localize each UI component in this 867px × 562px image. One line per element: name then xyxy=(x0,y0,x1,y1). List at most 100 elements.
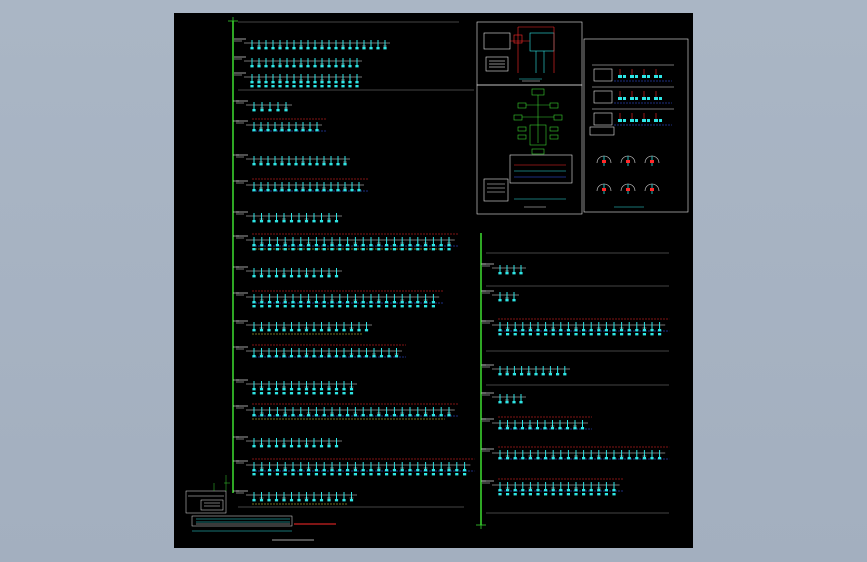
device-symbol xyxy=(327,388,331,391)
device-symbol xyxy=(306,81,310,84)
device-symbol xyxy=(260,473,264,476)
device-symbol xyxy=(424,414,428,417)
device-symbol xyxy=(287,163,291,166)
device-symbol xyxy=(292,65,296,68)
device-symbol xyxy=(635,333,639,336)
device-symbol xyxy=(343,189,347,192)
device-symbol xyxy=(275,301,279,304)
device-symbol xyxy=(658,333,662,336)
device-symbol xyxy=(563,373,567,376)
device-symbol xyxy=(455,469,459,472)
device-symbol xyxy=(597,333,601,336)
device-symbol xyxy=(268,469,272,472)
device-symbol xyxy=(424,301,428,304)
device-symbol xyxy=(267,499,271,502)
device-symbol xyxy=(327,47,331,50)
device-symbol xyxy=(513,329,517,332)
device-symbol xyxy=(257,47,261,50)
device-symbol xyxy=(291,305,295,308)
device-symbol xyxy=(319,499,324,502)
device-symbol xyxy=(267,392,271,395)
device-symbol xyxy=(280,163,284,166)
device-symbol xyxy=(353,244,357,247)
device-symbol xyxy=(268,414,272,417)
device-symbol xyxy=(278,81,282,84)
device-symbol xyxy=(357,189,361,192)
device-symbol xyxy=(355,65,359,68)
device-symbol xyxy=(252,499,256,502)
device-symbol xyxy=(267,388,271,391)
panel-top-b xyxy=(476,84,583,215)
device-symbol xyxy=(299,85,303,88)
branch-circuit xyxy=(236,344,406,358)
device-symbol xyxy=(283,473,287,476)
device-symbol xyxy=(260,248,264,251)
device-symbol xyxy=(283,469,287,472)
device-symbol xyxy=(334,329,339,332)
device-symbol xyxy=(289,220,294,223)
device-symbol xyxy=(289,445,294,448)
device-symbol xyxy=(534,373,538,376)
cad-viewport[interactable] xyxy=(0,0,867,562)
branch-circuit xyxy=(482,263,526,275)
device-symbol xyxy=(319,220,324,223)
device-symbol xyxy=(566,333,570,336)
device-symbol xyxy=(520,427,525,430)
device-symbol xyxy=(314,473,318,476)
left-separators xyxy=(238,89,464,508)
device-symbol xyxy=(334,499,339,502)
device-symbol xyxy=(304,445,309,448)
device-symbol xyxy=(541,373,545,376)
device-symbol xyxy=(635,75,638,78)
device-symbol xyxy=(346,305,350,308)
device-symbol xyxy=(548,373,552,376)
device-symbol xyxy=(297,392,301,395)
device-symbol xyxy=(291,244,295,247)
device-symbol xyxy=(330,414,334,417)
device-symbol xyxy=(369,244,373,247)
device-symbol xyxy=(556,373,560,376)
device-symbol xyxy=(654,97,658,100)
device-symbol xyxy=(346,301,350,304)
fixture-symbol xyxy=(650,160,654,163)
device-symbol xyxy=(385,301,389,304)
device-symbol xyxy=(334,81,338,84)
device-symbol xyxy=(322,189,326,192)
device-symbol xyxy=(307,305,311,308)
device-symbol xyxy=(355,47,359,50)
device-symbol xyxy=(400,248,404,251)
device-symbol xyxy=(589,493,593,496)
right-separators xyxy=(486,252,669,514)
branch-circuit xyxy=(236,233,459,251)
device-symbol xyxy=(582,329,586,332)
device-symbol xyxy=(355,85,359,88)
device-symbol xyxy=(304,329,309,332)
device-symbol xyxy=(278,85,282,88)
device-symbol xyxy=(314,469,318,472)
device-symbol xyxy=(285,65,289,68)
fixture-symbol xyxy=(626,160,630,163)
device-symbol xyxy=(271,85,275,88)
device-symbol xyxy=(264,65,268,68)
device-symbol xyxy=(551,457,555,460)
device-symbol xyxy=(284,109,288,112)
device-symbol xyxy=(528,333,532,336)
device-symbol xyxy=(315,189,319,192)
device-symbol xyxy=(506,489,510,492)
device-symbol xyxy=(275,414,279,417)
device-symbol xyxy=(327,445,331,448)
device-symbol xyxy=(322,248,326,251)
device-symbol xyxy=(353,414,357,417)
device-symbol xyxy=(544,329,548,332)
device-symbol xyxy=(400,469,404,472)
device-symbol xyxy=(431,301,435,304)
device-symbol xyxy=(282,388,286,391)
device-symbol xyxy=(424,469,428,472)
device-symbol xyxy=(659,97,662,100)
device-symbol xyxy=(604,493,608,496)
device-symbol xyxy=(313,85,317,88)
device-symbol xyxy=(551,489,555,492)
device-symbol xyxy=(355,81,359,84)
device-symbol xyxy=(341,81,345,84)
device-symbol xyxy=(392,305,396,308)
